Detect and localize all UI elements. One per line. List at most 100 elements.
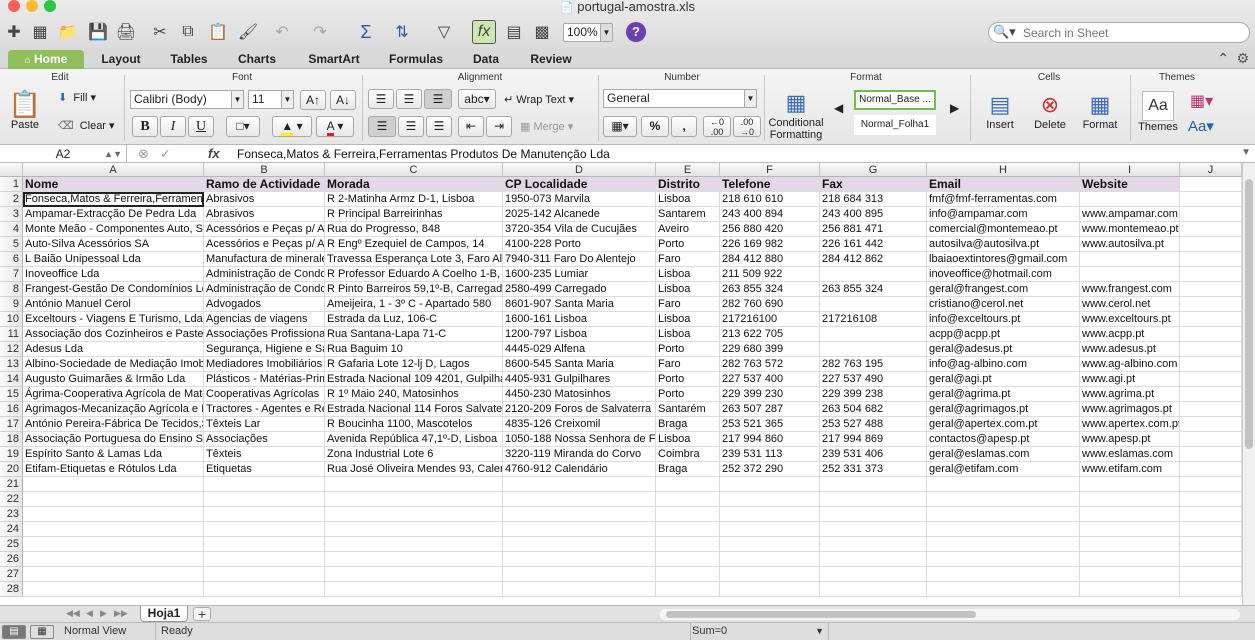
cell[interactable]: [656, 492, 720, 507]
cell[interactable]: [820, 537, 927, 552]
style-normal-base[interactable]: Normal_Base ...: [854, 90, 936, 110]
row-header[interactable]: 12: [0, 342, 23, 357]
select-all-corner[interactable]: [0, 163, 23, 177]
cell[interactable]: [927, 507, 1080, 522]
search-input[interactable]: [1023, 25, 1243, 40]
templates-icon[interactable]: ▦: [28, 20, 52, 44]
company-name-cell[interactable]: L Baião Unipessoal Lda: [23, 252, 204, 267]
cell[interactable]: 1950-073 Marvila: [503, 192, 656, 207]
cell[interactable]: 229 399 238: [820, 387, 927, 402]
cell[interactable]: [820, 342, 927, 357]
cell[interactable]: [1180, 192, 1242, 207]
cell[interactable]: Travessa Esperança Lote 3, Faro Alentejo: [325, 252, 503, 267]
row-header[interactable]: 5: [0, 237, 23, 252]
cell[interactable]: Estrada Nacional 114 Foros Salvaterra: [325, 402, 503, 417]
cell[interactable]: 217 994 869: [820, 432, 927, 447]
row-header[interactable]: 13: [0, 357, 23, 372]
cell[interactable]: [820, 552, 927, 567]
cell[interactable]: www.apertex.com.pt: [1080, 417, 1180, 432]
cell[interactable]: Cooperativas Agrícolas: [204, 387, 325, 402]
filter-icon[interactable]: ▽: [432, 20, 456, 44]
cell[interactable]: Ameijeira, 1 - 3º C - Apartado 580: [325, 297, 503, 312]
cell[interactable]: 1050-188 Nossa Senhora de Fátima: [503, 432, 656, 447]
cell[interactable]: [720, 507, 820, 522]
toolbox-icon[interactable]: ▩: [530, 20, 554, 44]
cell[interactable]: [1180, 237, 1242, 252]
cell[interactable]: [1080, 477, 1180, 492]
cell[interactable]: Rua Baguim 10: [325, 342, 503, 357]
cell[interactable]: geral@agrimagos.pt: [927, 402, 1080, 417]
cell[interactable]: comercial@montemeao.pt: [927, 222, 1080, 237]
cell[interactable]: 7940-311 Faro Do Alentejo: [503, 252, 656, 267]
cell[interactable]: [1180, 207, 1242, 222]
cell[interactable]: [325, 477, 503, 492]
cell[interactable]: geral@agi.pt: [927, 372, 1080, 387]
align-bottom-button[interactable]: ☰: [424, 89, 452, 109]
row-header[interactable]: 28: [0, 582, 23, 597]
company-name-cell[interactable]: António Pereira-Fábrica De Tecidos,Sa: [23, 417, 204, 432]
comma-button[interactable]: ,: [671, 116, 697, 137]
cell[interactable]: [1180, 522, 1242, 537]
cell[interactable]: [1180, 432, 1242, 447]
cell[interactable]: Administração de Condomínios: [204, 282, 325, 297]
cell[interactable]: 252 331 373: [820, 462, 927, 477]
header-cell[interactable]: Ramo de Actividade: [204, 177, 325, 192]
cell[interactable]: [1180, 372, 1242, 387]
insert-function-icon[interactable]: fx: [208, 145, 220, 163]
increase-font-size-button[interactable]: A↑: [300, 90, 326, 110]
cell[interactable]: [325, 522, 503, 537]
normal-view-button[interactable]: ▤: [2, 625, 26, 639]
cell[interactable]: [325, 492, 503, 507]
cell[interactable]: [927, 552, 1080, 567]
paste-button[interactable]: 📋 Paste: [4, 89, 46, 131]
cell[interactable]: 217216108: [820, 312, 927, 327]
row-header[interactable]: 16: [0, 402, 23, 417]
expand-formula-icon[interactable]: ▼: [1241, 147, 1251, 158]
delete-cells-button[interactable]: ⊗ Delete: [1028, 91, 1072, 131]
decrease-indent-button[interactable]: ⇤: [458, 116, 484, 137]
cell[interactable]: [1080, 552, 1180, 567]
cell[interactable]: Rua Santana-Lapa 71-C: [325, 327, 503, 342]
cell[interactable]: 252 372 290: [720, 462, 820, 477]
cell[interactable]: R Gafaria Lote 12-lj D, Lagos: [325, 357, 503, 372]
bold-button[interactable]: B: [132, 116, 158, 137]
cell[interactable]: R Engº Ezequiel de Campos, 14: [325, 237, 503, 252]
gear-icon[interactable]: ⚙: [1236, 50, 1249, 67]
cell[interactable]: [656, 552, 720, 567]
row-header[interactable]: 19: [0, 447, 23, 462]
header-cell[interactable]: Telefone: [720, 177, 820, 192]
row-header[interactable]: 22: [0, 492, 23, 507]
first-sheet-icon[interactable]: ◀◀: [66, 608, 80, 619]
cell[interactable]: 282 760 690: [720, 297, 820, 312]
cell[interactable]: Braga: [656, 462, 720, 477]
row-header[interactable]: 17: [0, 417, 23, 432]
text-orientation-button[interactable]: abc▾: [458, 89, 496, 109]
formula-builder-icon[interactable]: fx: [472, 20, 496, 44]
cell[interactable]: [503, 567, 656, 582]
cell[interactable]: Santarem: [656, 207, 720, 222]
row-header[interactable]: 27: [0, 567, 23, 582]
cell[interactable]: [1180, 267, 1242, 282]
cell[interactable]: [23, 537, 204, 552]
clear-button[interactable]: ⌫ Clear ▾: [58, 119, 115, 132]
row-header[interactable]: 6: [0, 252, 23, 267]
cell[interactable]: R Boucinha 1100, Mascotelos: [325, 417, 503, 432]
tab-home[interactable]: ⌂ Home: [8, 50, 84, 69]
undo-icon[interactable]: ↶: [270, 20, 294, 44]
name-box[interactable]: A2 ▲▼: [0, 145, 127, 163]
cell[interactable]: www.ampamar.com: [1080, 207, 1180, 222]
new-workbook-icon[interactable]: ✚: [2, 20, 26, 44]
cell[interactable]: [503, 582, 656, 597]
cell[interactable]: Santarém: [656, 402, 720, 417]
percent-button[interactable]: %: [641, 116, 669, 137]
company-name-cell[interactable]: Inoveoffice Lda: [23, 267, 204, 282]
cell[interactable]: [204, 477, 325, 492]
cell[interactable]: Manufactura de minerales: [204, 252, 325, 267]
cell[interactable]: [1180, 357, 1242, 372]
cell[interactable]: [204, 537, 325, 552]
row-header[interactable]: 10: [0, 312, 23, 327]
company-name-cell[interactable]: Frangest-Gestão De Condomínios Lda: [23, 282, 204, 297]
search-box[interactable]: 🔍▾: [988, 22, 1250, 43]
cell[interactable]: www.etifam.com: [1080, 462, 1180, 477]
row-header[interactable]: 15: [0, 387, 23, 402]
